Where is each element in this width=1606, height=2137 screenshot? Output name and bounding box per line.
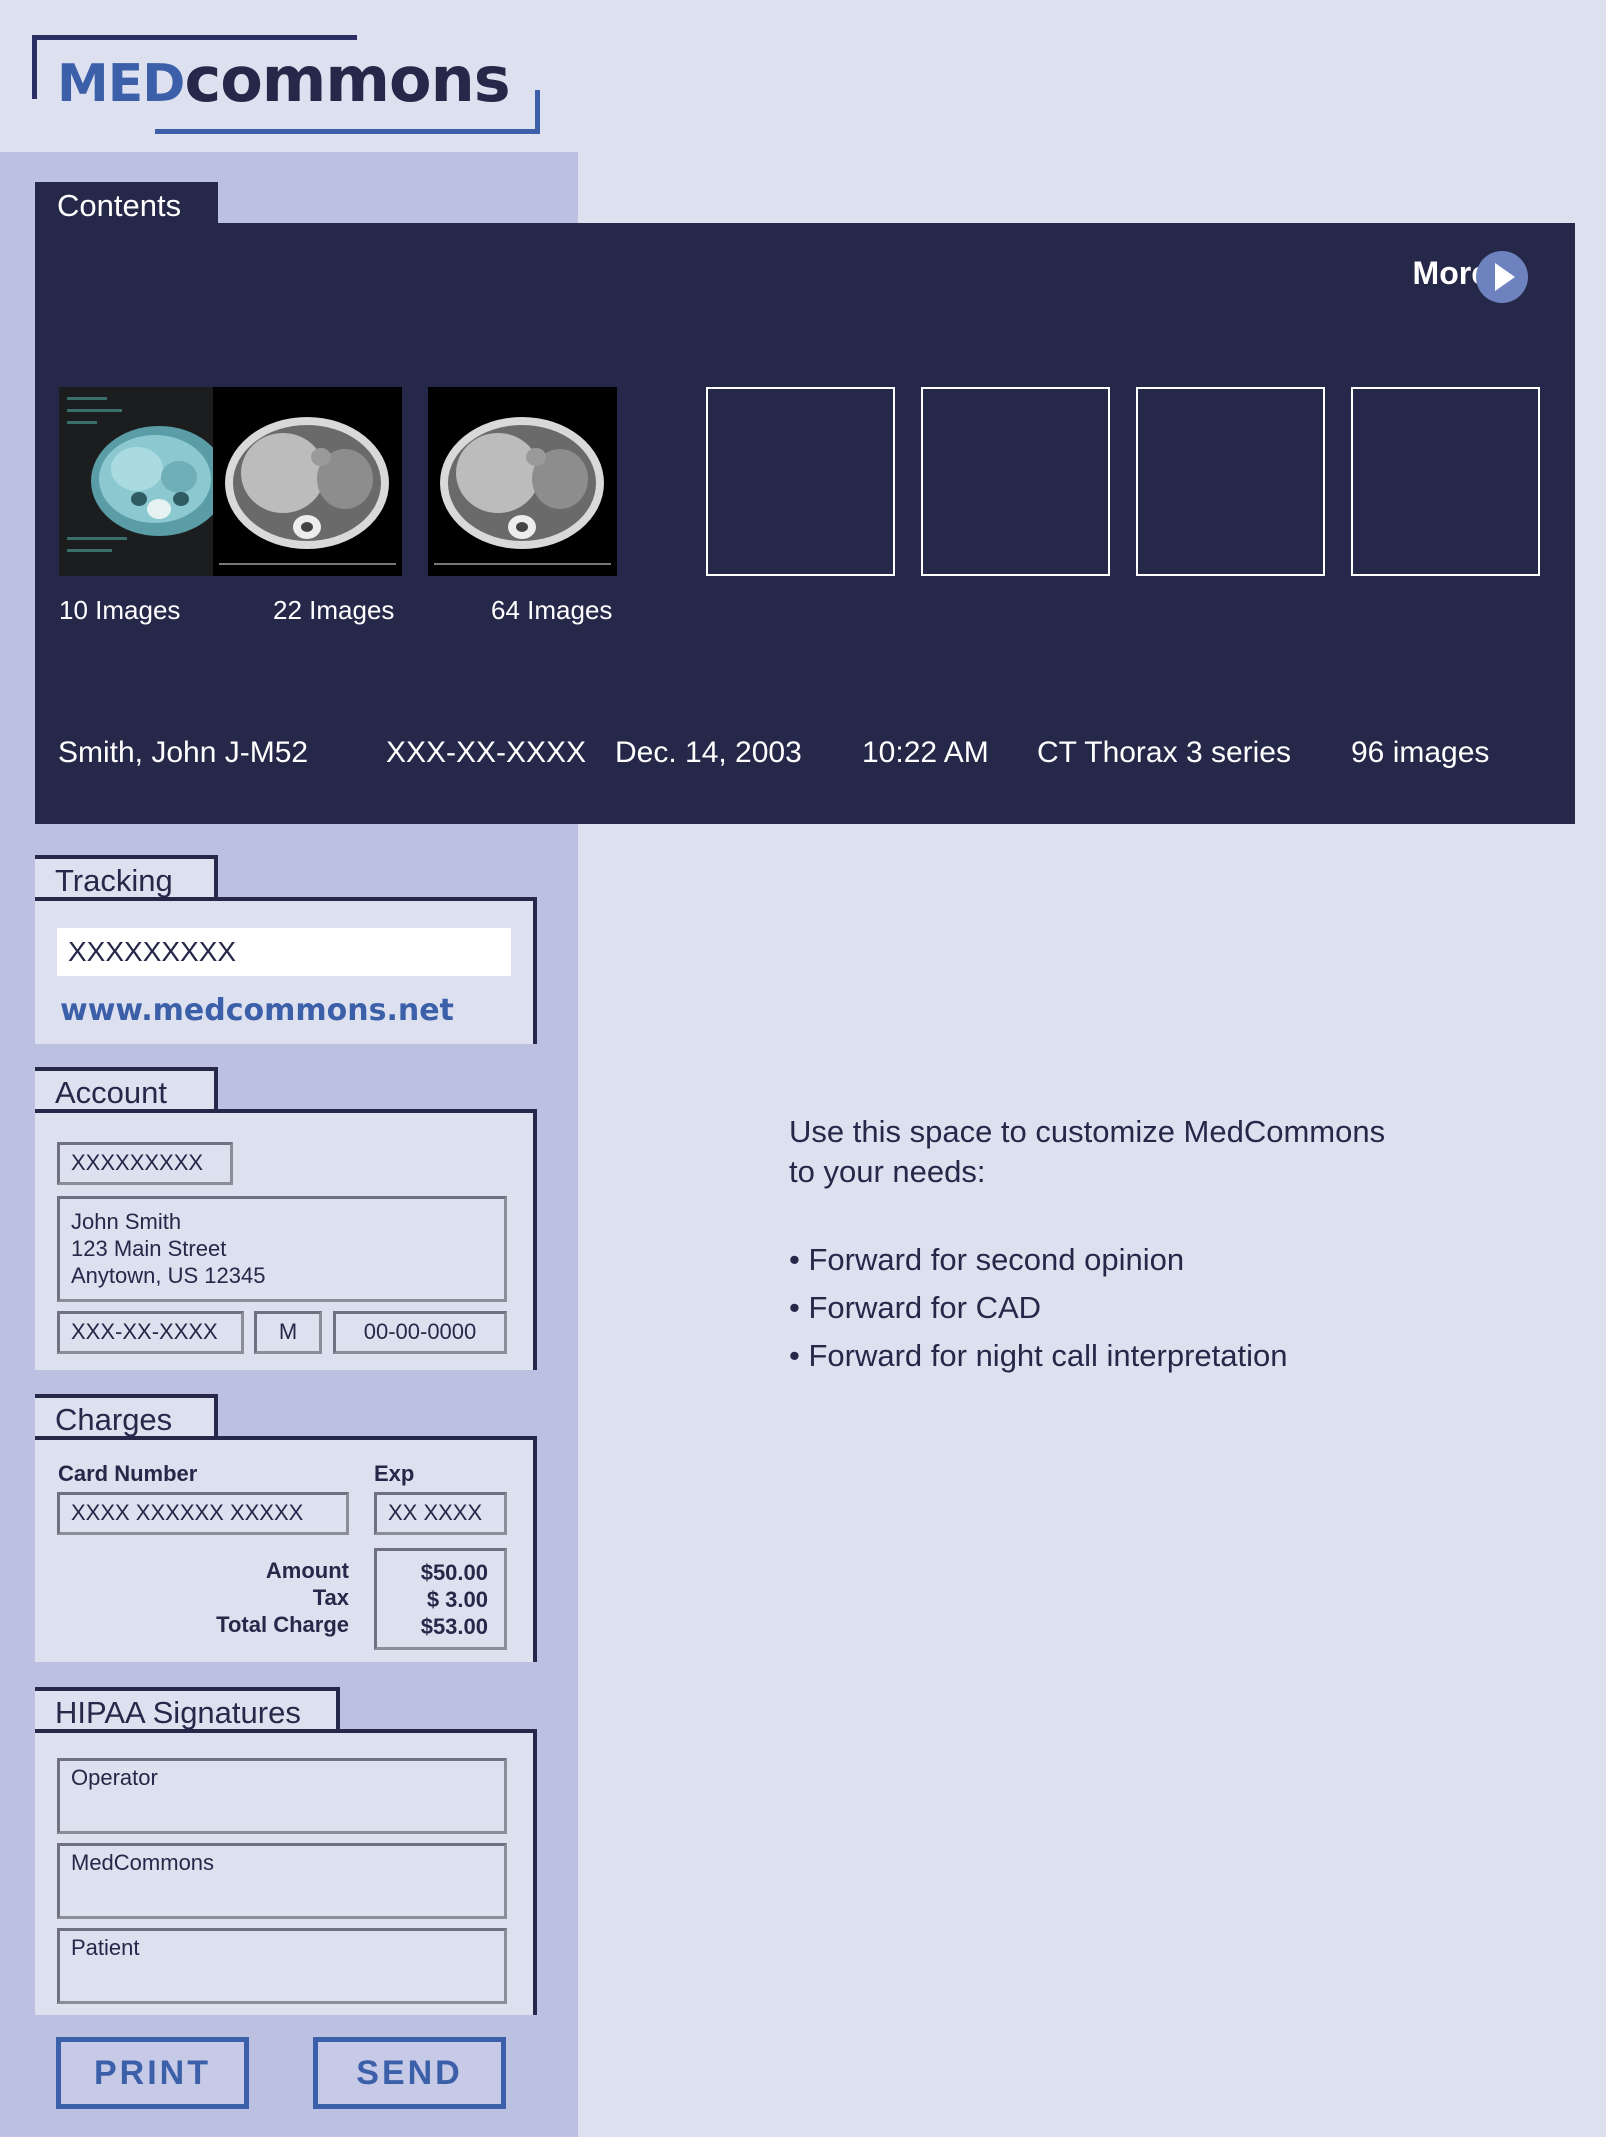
empty-series-slot[interactable] <box>1351 387 1540 576</box>
series-1-count: 10 Images <box>59 595 181 625</box>
customize-intro-line: Use this space to customize MedCommons <box>789 1114 1386 1149</box>
patient-name: Smith, John J-M52 <box>58 736 309 769</box>
tax-label: Tax <box>312 1585 349 1610</box>
empty-series-slot[interactable] <box>706 387 895 576</box>
tracking-number-field[interactable]: XXXXXXXXX <box>57 928 511 976</box>
study-description: CT Thorax 3 series <box>1037 736 1291 769</box>
study-time: 10:22 AM <box>862 736 989 769</box>
customize-intro-line: to your needs: <box>789 1154 986 1189</box>
ct-scan-icon <box>428 387 617 576</box>
series-2-count: 22 Images <box>273 595 395 625</box>
more-arrow-icon[interactable] <box>1476 251 1528 303</box>
amount-label: Amount <box>265 1558 349 1583</box>
list-item: Forward for second opinion <box>789 1236 1287 1284</box>
sex-field[interactable]: M <box>254 1311 322 1354</box>
account-ssn-field[interactable]: XXX-XX-XXXX <box>57 1311 244 1354</box>
address-line: Anytown, US 12345 <box>71 1263 266 1288</box>
empty-series-slot[interactable] <box>1136 387 1325 576</box>
list-item: Forward for CAD <box>789 1284 1287 1332</box>
total-value: $53.00 <box>420 1614 488 1639</box>
exp-label: Exp <box>374 1461 415 1486</box>
hipaa-signatures-title: HIPAA Signatures <box>35 1687 340 1735</box>
account-title: Account <box>35 1067 218 1115</box>
card-number-field[interactable]: XXXX XXXXXX XXXXX <box>57 1492 349 1535</box>
series-thumbnail-3[interactable] <box>428 387 617 576</box>
charges-card: Card Number Exp XXXX XXXXXX XXXXX XX XXX… <box>35 1436 537 1662</box>
patient-signature-field[interactable]: Patient <box>57 1928 507 2004</box>
list-item: Forward for night call interpretation <box>789 1332 1287 1380</box>
send-button[interactable]: SEND <box>313 2037 506 2109</box>
address-line: 123 Main Street <box>71 1236 227 1261</box>
patient-ssn: XXX-XX-XXXX <box>386 736 587 769</box>
study-image-count: 96 images <box>1351 736 1490 769</box>
contents-panel: More 10 Images 22 Images 64 Images Smith… <box>35 223 1575 824</box>
study-date: Dec. 14, 2003 <box>615 736 802 769</box>
logo-commons-text: commons <box>184 43 510 116</box>
tracking-title: Tracking <box>35 855 218 903</box>
tax-value: $ 3.00 <box>426 1587 488 1612</box>
tracking-card: XXXXXXXXX www.medcommons.net <box>35 897 537 1044</box>
medcommons-logo: MEDcommons <box>57 48 511 115</box>
charges-title: Charges <box>35 1394 218 1442</box>
total-charge-label: Total Charge <box>216 1612 349 1637</box>
series-thumbnail-2[interactable] <box>213 387 402 576</box>
address-field[interactable]: John Smith 123 Main Street Anytown, US 1… <box>57 1196 507 1302</box>
ct-scan-icon <box>213 387 402 576</box>
address-line: John Smith <box>71 1209 182 1234</box>
customize-message: Use this space to customize MedCommons t… <box>789 1112 1489 1192</box>
medcommons-signature-field[interactable]: MedCommons <box>57 1843 507 1919</box>
website-link[interactable]: www.medcommons.net <box>60 993 454 1029</box>
exp-field[interactable]: XX XXXX <box>374 1492 507 1535</box>
feature-list: Forward for second opinion Forward for C… <box>789 1236 1287 1380</box>
account-card: XXXXXXXXX John Smith 123 Main Street Any… <box>35 1109 537 1370</box>
amount-value: $50.00 <box>420 1560 488 1585</box>
operator-signature-field[interactable]: Operator <box>57 1758 507 1834</box>
dob-field[interactable]: 00-00-0000 <box>333 1311 507 1354</box>
series-3-count: 64 Images <box>491 595 613 625</box>
charges-amounts-field: $50.00 $ 3.00 $53.00 <box>374 1548 507 1650</box>
account-id-field[interactable]: XXXXXXXXX <box>57 1142 233 1185</box>
print-button[interactable]: PRINT <box>56 2037 249 2109</box>
signatures-card: Operator MedCommons Patient <box>35 1729 537 2015</box>
logo-med-text: MED <box>57 54 185 114</box>
empty-series-slot[interactable] <box>921 387 1110 576</box>
card-number-label: Card Number <box>58 1461 198 1486</box>
